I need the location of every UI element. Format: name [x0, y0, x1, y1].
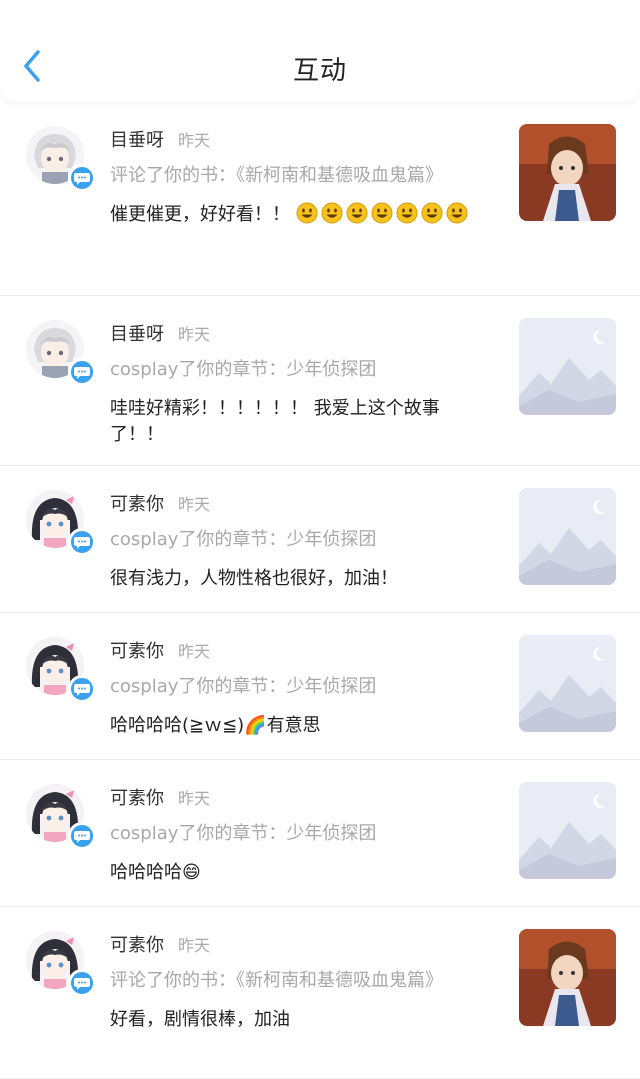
chat-bubble-icon — [74, 367, 90, 379]
message-text: 催更催更，好好看！！ — [110, 202, 485, 228]
action-text[interactable]: 评论了你的书：《新柯南和基德吸血鬼篇》 — [110, 164, 485, 188]
action-text[interactable]: cosplay了你的章节：少年侦探团 — [110, 528, 485, 552]
item-content: 目垂呀 昨天 评论了你的书：《新柯南和基德吸血鬼篇》 催更催更，好好看！！ — [110, 126, 485, 228]
action-text[interactable]: cosplay了你的章节：少年侦探团 — [110, 822, 485, 846]
chat-bubble-icon — [74, 978, 90, 990]
user-name[interactable]: 可素你 — [110, 784, 164, 810]
placeholder-thumbnail[interactable] — [519, 635, 616, 732]
action-text[interactable]: 评论了你的书：《新柯南和基德吸血鬼篇》 — [110, 969, 485, 993]
chat-bubble-icon — [74, 537, 90, 549]
user-name[interactable]: 目垂呀 — [110, 320, 164, 346]
item-content: 可素你 昨天 cosplay了你的章节：少年侦探团 哈哈哈哈😄 — [110, 784, 485, 886]
placeholder-thumbnail[interactable] — [519, 782, 616, 879]
avatar[interactable] — [26, 784, 96, 850]
user-name[interactable]: 可素你 — [110, 931, 164, 957]
comment-badge — [68, 822, 96, 850]
chat-bubble-icon — [74, 831, 90, 843]
timestamp: 昨天 — [178, 936, 211, 955]
smiley-row — [296, 202, 471, 225]
list-item[interactable]: 可素你 昨天 cosplay了你的章节：少年侦探团 很有浅力，人物性格也很好，加… — [0, 466, 640, 613]
message-text: 哈哈哈哈(≧ｗ≦)🌈有意思 — [110, 715, 321, 736]
list-item[interactable]: 目垂呀 昨天 评论了你的书：《新柯南和基德吸血鬼篇》 催更催更，好好看！！ — [0, 108, 640, 296]
item-content: 可素你 昨天 cosplay了你的章节：少年侦探团 很有浅力，人物性格也很好，加… — [110, 490, 485, 592]
list-item[interactable]: 可素你 昨天 cosplay了你的章节：少年侦探团 哈哈哈哈(≧ｗ≦)🌈有意思 — [0, 613, 640, 760]
smiley-emoji-icon — [396, 202, 418, 224]
avatar[interactable] — [26, 320, 96, 386]
smiley-emoji-icon — [446, 202, 468, 224]
placeholder-thumbnail[interactable] — [519, 488, 616, 585]
smiley-emoji-icon — [421, 202, 443, 224]
item-content: 目垂呀 昨天 cosplay了你的章节：少年侦探团 哇哇好精彩！！！！！！ 我爱… — [110, 320, 485, 448]
message-text: 哇哇好精彩！！！！！！ 我爱上这个故事了！！ — [110, 398, 440, 445]
message-body: 催更催更，好好看！！ — [110, 204, 290, 225]
avatar[interactable] — [26, 637, 96, 703]
page-title: 互动 — [292, 56, 347, 86]
interaction-list: 目垂呀 昨天 评论了你的书：《新柯南和基德吸血鬼篇》 催更催更，好好看！！ 目垂… — [0, 108, 640, 1079]
image-placeholder-icon — [519, 635, 616, 732]
item-content: 可素你 昨天 评论了你的书：《新柯南和基德吸血鬼篇》 好看，剧情很棒，加油 — [110, 931, 485, 1033]
comment-badge — [68, 675, 96, 703]
placeholder-thumbnail[interactable] — [519, 318, 616, 415]
image-placeholder-icon — [519, 782, 616, 879]
timestamp: 昨天 — [178, 325, 211, 344]
image-placeholder-icon — [519, 488, 616, 585]
action-text[interactable]: cosplay了你的章节：少年侦探团 — [110, 358, 485, 382]
timestamp: 昨天 — [178, 131, 211, 150]
image-placeholder-icon — [519, 318, 616, 415]
top-nav-bar: 互动 — [0, 6, 640, 102]
smiley-emoji-icon — [346, 202, 368, 224]
timestamp: 昨天 — [178, 642, 211, 661]
action-text[interactable]: cosplay了你的章节：少年侦探团 — [110, 675, 485, 699]
comment-badge — [68, 969, 96, 997]
user-name[interactable]: 可素你 — [110, 637, 164, 663]
book-cover-thumbnail[interactable] — [519, 929, 616, 1026]
list-item[interactable]: 可素你 昨天 cosplay了你的章节：少年侦探团 哈哈哈哈😄 — [0, 760, 640, 907]
avatar[interactable] — [26, 931, 96, 997]
message-text: 哈哈哈哈😄 — [110, 862, 201, 883]
list-item[interactable]: 目垂呀 昨天 cosplay了你的章节：少年侦探团 哇哇好精彩！！！！！！ 我爱… — [0, 296, 640, 466]
comment-badge — [68, 358, 96, 386]
book-cover-thumbnail[interactable] — [519, 124, 616, 221]
book-cover-image-icon — [519, 929, 616, 1026]
message-text: 好看，剧情很棒，加油 — [110, 1009, 290, 1030]
smiley-emoji-icon — [371, 202, 393, 224]
timestamp: 昨天 — [178, 789, 211, 808]
list-item[interactable]: 可素你 昨天 评论了你的书：《新柯南和基德吸血鬼篇》 好看，剧情很棒，加油 — [0, 907, 640, 1079]
book-cover-image-icon — [519, 124, 616, 221]
smiley-emoji-icon — [321, 202, 343, 224]
smiley-emoji-icon — [296, 202, 318, 224]
chat-bubble-icon — [74, 684, 90, 696]
message-text: 很有浅力，人物性格也很好，加油！ — [110, 568, 398, 589]
chat-bubble-icon — [74, 173, 90, 185]
avatar[interactable] — [26, 126, 96, 192]
avatar[interactable] — [26, 490, 96, 556]
timestamp: 昨天 — [178, 495, 211, 514]
user-name[interactable]: 可素你 — [110, 490, 164, 516]
user-name[interactable]: 目垂呀 — [110, 126, 164, 152]
comment-badge — [68, 164, 96, 192]
item-content: 可素你 昨天 cosplay了你的章节：少年侦探团 哈哈哈哈(≧ｗ≦)🌈有意思 — [110, 637, 485, 739]
comment-badge — [68, 528, 96, 556]
